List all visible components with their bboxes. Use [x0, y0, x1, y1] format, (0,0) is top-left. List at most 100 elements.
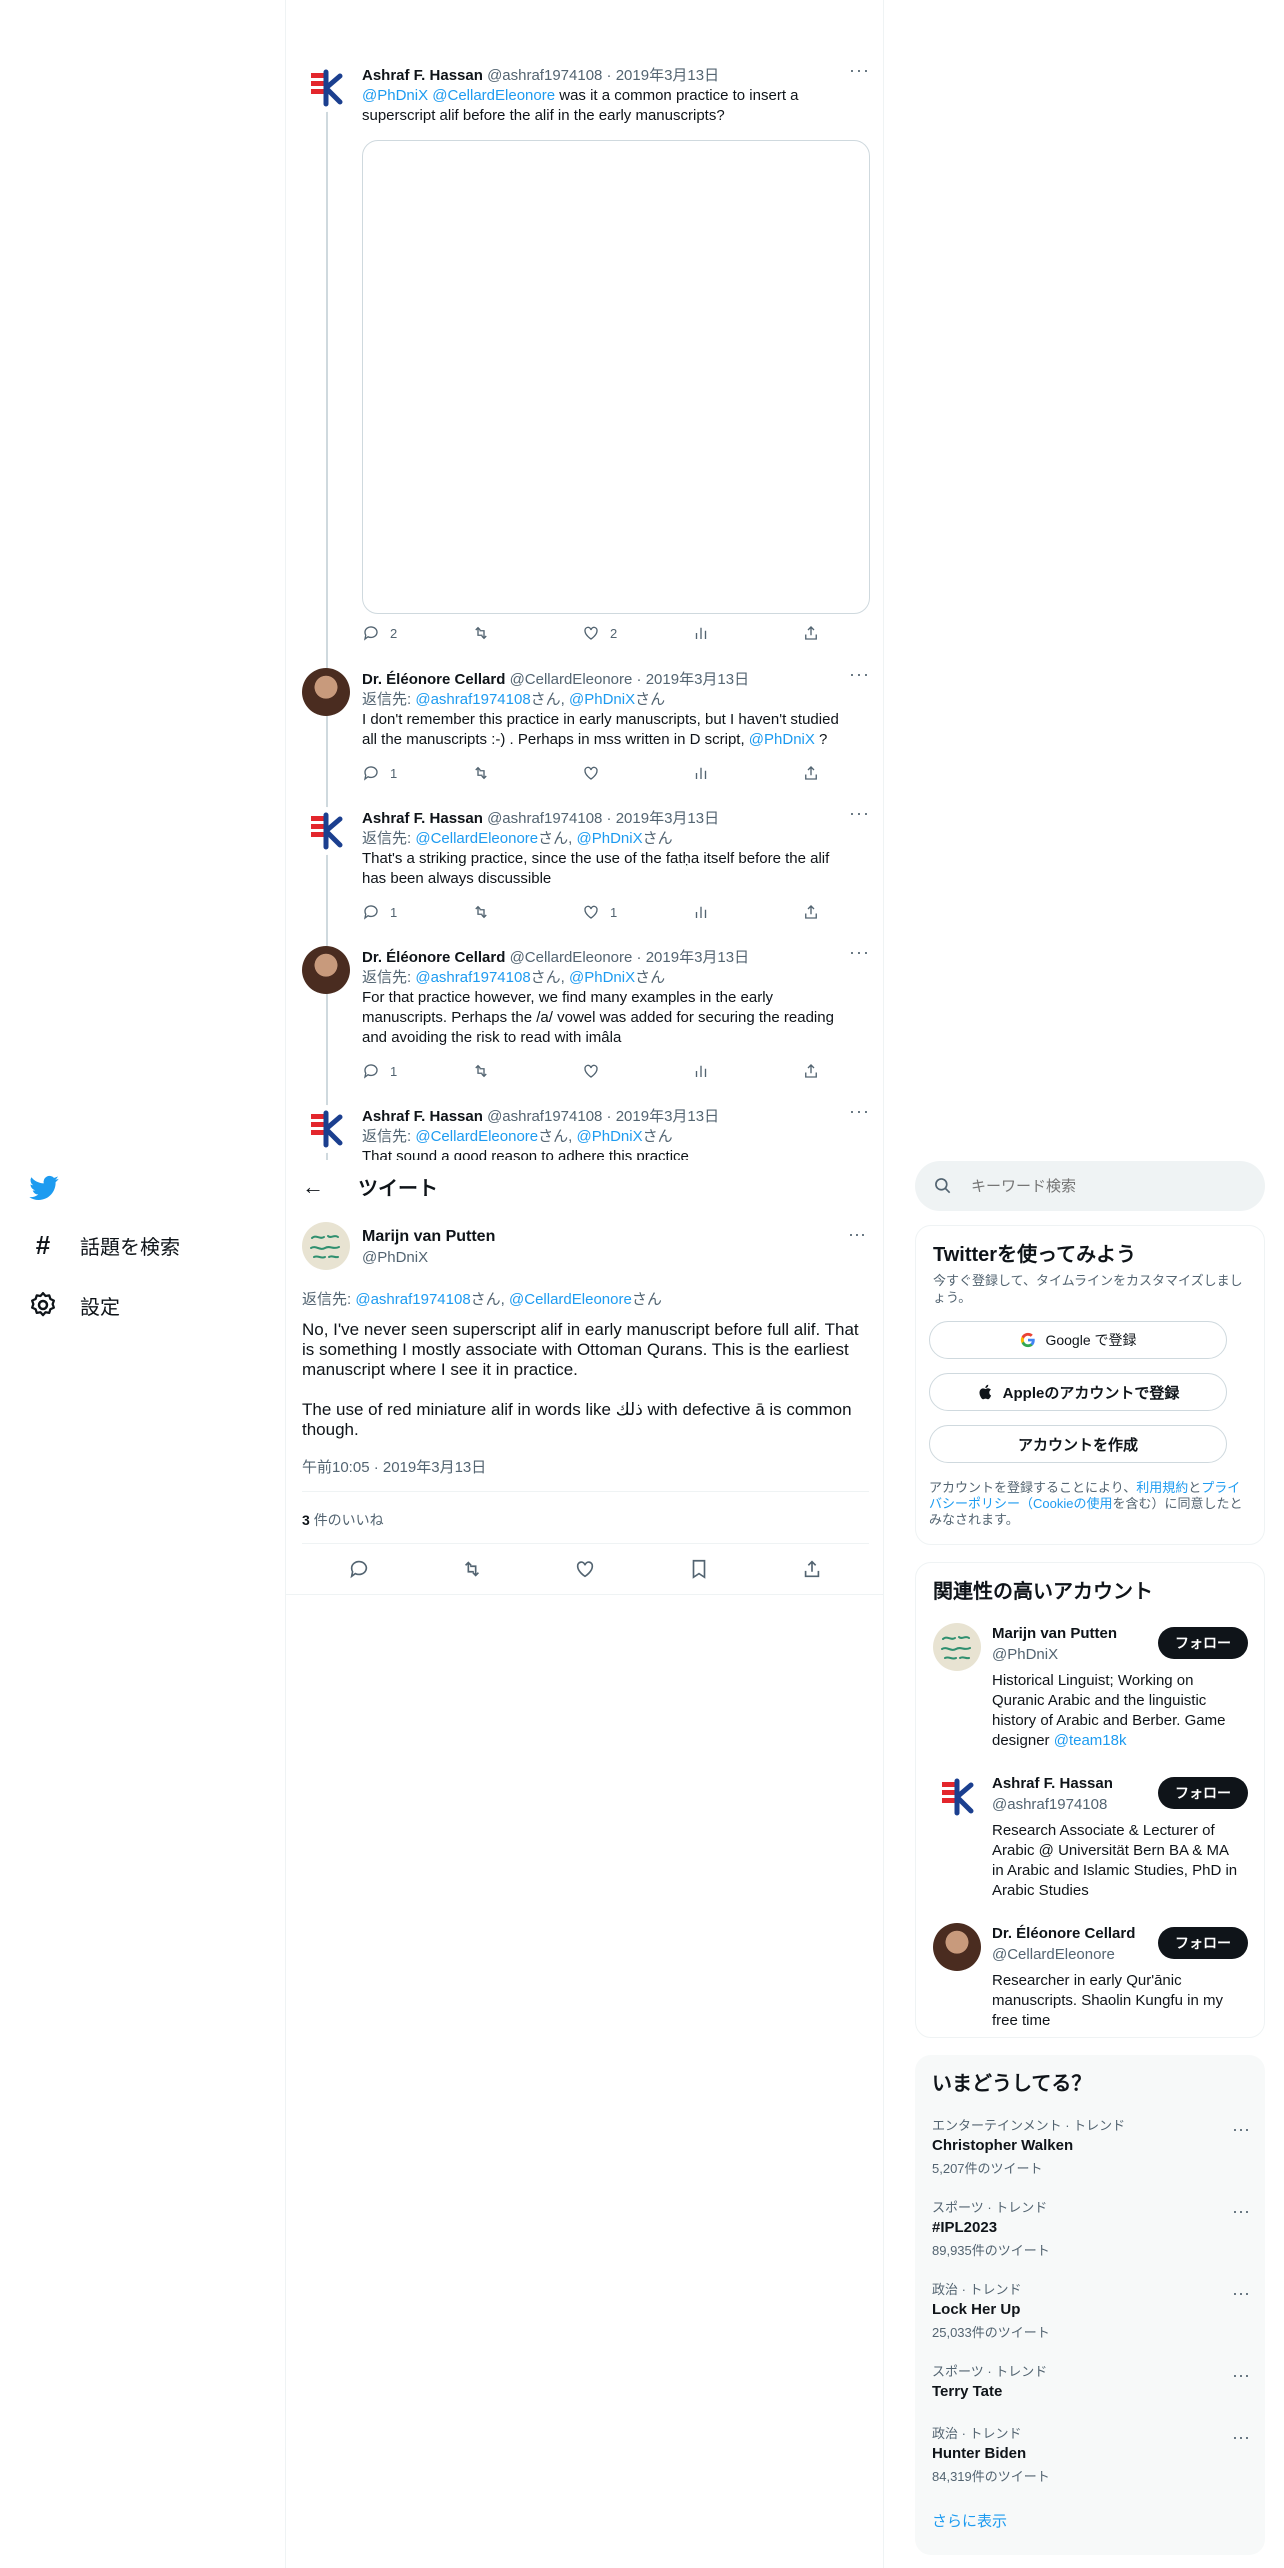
retweet-button[interactable] [472, 1062, 582, 1080]
author-name[interactable]: Ashraf F. Hassan [362, 810, 483, 827]
share-button[interactable] [802, 764, 883, 782]
account-name[interactable]: Marijn van Putten [992, 1625, 1117, 1642]
follow-button[interactable]: フォロー [1158, 1777, 1248, 1809]
tweet-date[interactable]: 2019年3月13日 [616, 1108, 719, 1125]
mention-link[interactable]: @PhDniX [569, 969, 635, 986]
retweet-button[interactable] [461, 1558, 483, 1585]
account-handle[interactable]: @PhDniX [992, 1646, 1058, 1663]
share-button[interactable] [802, 624, 883, 642]
retweet-button[interactable] [472, 764, 582, 782]
avatar[interactable] [302, 64, 350, 112]
more-options-icon[interactable]: ··· [1232, 2119, 1250, 2140]
trend-item[interactable]: スポーツ · トレンド Terry Tate ··· [932, 2361, 1250, 2400]
mention-link[interactable]: @ashraf1974108 [415, 969, 530, 986]
like-button[interactable] [582, 764, 692, 782]
nav-settings[interactable]: 設定 [28, 1290, 120, 1320]
author-handle[interactable]: @CellardEleonore [510, 949, 633, 966]
more-options-icon[interactable]: ··· [1232, 2283, 1250, 2304]
reply-button[interactable]: 1 [362, 1062, 472, 1080]
more-options-icon[interactable]: ··· [1232, 2427, 1250, 2448]
reply-button[interactable] [348, 1558, 370, 1585]
mention-link[interactable]: @PhDniX [577, 830, 643, 847]
thread-tweet-4[interactable]: Dr. Éléonore Cellard @CellardEleonore · … [302, 942, 872, 1094]
tweet-date[interactable]: 2019年3月13日 [616, 67, 719, 84]
like-button[interactable]: 1 [582, 903, 692, 921]
bookmark-button[interactable] [688, 1558, 710, 1585]
author-handle[interactable]: @ashraf1974108 [487, 1108, 602, 1125]
terms-link[interactable]: 利用規約 [1136, 1480, 1188, 1495]
author-name[interactable]: Dr. Éléonore Cellard [362, 949, 505, 966]
account-name[interactable]: Ashraf F. Hassan [992, 1775, 1113, 1792]
author-name[interactable]: Ashraf F. Hassan [362, 67, 483, 84]
thread-tweet-5[interactable]: Ashraf F. Hassan @ashraf1974108 · 2019年3… [302, 1101, 872, 1160]
google-signup-button[interactable]: Google で登録 [929, 1321, 1227, 1359]
avatar[interactable] [302, 807, 350, 855]
likes-count[interactable]: 3 件のいいね [302, 1510, 384, 1530]
thread-tweet-3[interactable]: Ashraf F. Hassan @ashraf1974108 · 2019年3… [302, 803, 872, 935]
like-button[interactable]: 2 [582, 624, 692, 642]
mention-link[interactable]: @PhDniX [749, 731, 815, 748]
more-options-icon[interactable]: ··· [1232, 2201, 1250, 2222]
mention-link[interactable]: @CellardEleonore [415, 1128, 538, 1145]
trend-item[interactable]: 政治 · トレンド Lock Her Up 25,033件のツイート ··· [932, 2279, 1250, 2341]
more-options-icon[interactable]: ··· [849, 803, 870, 824]
tweet-date[interactable]: 2019年3月13日 [646, 949, 749, 966]
avatar[interactable] [302, 1105, 350, 1153]
more-options-icon[interactable]: ··· [849, 1101, 870, 1122]
follow-button[interactable]: フォロー [1158, 1627, 1248, 1659]
more-options-icon[interactable]: ··· [849, 60, 870, 81]
author-handle[interactable]: @CellardEleonore [510, 671, 633, 688]
trend-item[interactable]: スポーツ · トレンド #IPL2023 89,935件のツイート ··· [932, 2197, 1250, 2259]
mention-link[interactable]: @ashraf1974108 [355, 1291, 470, 1308]
mention-link[interactable]: @PhDniX [362, 87, 428, 104]
thread-tweet-2[interactable]: Dr. Éléonore Cellard @CellardEleonore · … [302, 664, 872, 796]
account-item[interactable]: Ashraf F. Hassan @ashraf1974108 フォロー Res… [916, 1773, 1266, 1913]
more-options-icon[interactable]: ··· [849, 942, 870, 963]
author-name[interactable]: Dr. Éléonore Cellard [362, 671, 505, 688]
reply-button[interactable]: 1 [362, 764, 472, 782]
search-input[interactable] [971, 1177, 1231, 1195]
account-item[interactable]: Dr. Éléonore Cellard @CellardEleonore フォ… [916, 1923, 1266, 2033]
share-button[interactable] [802, 903, 883, 921]
mention-link[interactable]: @PhDniX [577, 1128, 643, 1145]
apple-signup-button[interactable]: Appleのアカウントで登録 [929, 1373, 1227, 1411]
share-button[interactable] [801, 1558, 823, 1585]
like-button[interactable] [574, 1558, 596, 1585]
create-account-button[interactable]: アカウントを作成 [929, 1425, 1227, 1463]
analytics-button[interactable] [692, 624, 802, 642]
mention-link[interactable]: @ashraf1974108 [415, 691, 530, 708]
tweet-date[interactable]: 2019年3月13日 [646, 671, 749, 688]
reply-button[interactable]: 2 [362, 624, 472, 642]
nav-explore[interactable]: # 話題を検索 [28, 1230, 180, 1261]
media-embed[interactable] [362, 140, 870, 614]
author-handle[interactable]: @PhDniX [362, 1249, 428, 1266]
trend-item[interactable]: 政治 · トレンド Hunter Biden 84,319件のツイート ··· [932, 2423, 1250, 2485]
reply-button[interactable]: 1 [362, 903, 472, 921]
mention-link[interactable]: @CellardEleonore [509, 1291, 632, 1308]
avatar[interactable] [302, 946, 350, 994]
thread-tweet-1[interactable]: Ashraf F. Hassan @ashraf1974108 · 2019年3… [302, 60, 872, 654]
analytics-button[interactable] [692, 903, 802, 921]
account-handle[interactable]: @ashraf1974108 [992, 1796, 1107, 1813]
account-name[interactable]: Dr. Éléonore Cellard [992, 1925, 1135, 1942]
twitter-logo-icon[interactable] [28, 1172, 60, 1209]
more-options-icon[interactable]: ··· [848, 1224, 866, 1245]
like-button[interactable] [582, 1062, 692, 1080]
author-handle[interactable]: @ashraf1974108 [487, 67, 602, 84]
back-arrow-icon[interactable]: ← [302, 1174, 324, 1200]
retweet-button[interactable] [472, 903, 582, 921]
author-name[interactable]: Ashraf F. Hassan [362, 1108, 483, 1125]
account-handle[interactable]: @CellardEleonore [992, 1946, 1115, 1963]
mention-link[interactable]: @CellardEleonore [415, 830, 538, 847]
avatar[interactable] [302, 668, 350, 716]
mention-link[interactable]: @PhDniX [569, 691, 635, 708]
share-button[interactable] [802, 1062, 883, 1080]
tweet-date[interactable]: 2019年3月13日 [616, 810, 719, 827]
retweet-button[interactable] [472, 624, 582, 642]
avatar[interactable] [933, 1923, 981, 1971]
avatar[interactable] [933, 1623, 981, 1671]
search-box[interactable] [915, 1161, 1265, 1211]
analytics-button[interactable] [692, 764, 802, 782]
analytics-button[interactable] [692, 1062, 802, 1080]
author-name[interactable]: Marijn van Putten [362, 1228, 495, 1246]
